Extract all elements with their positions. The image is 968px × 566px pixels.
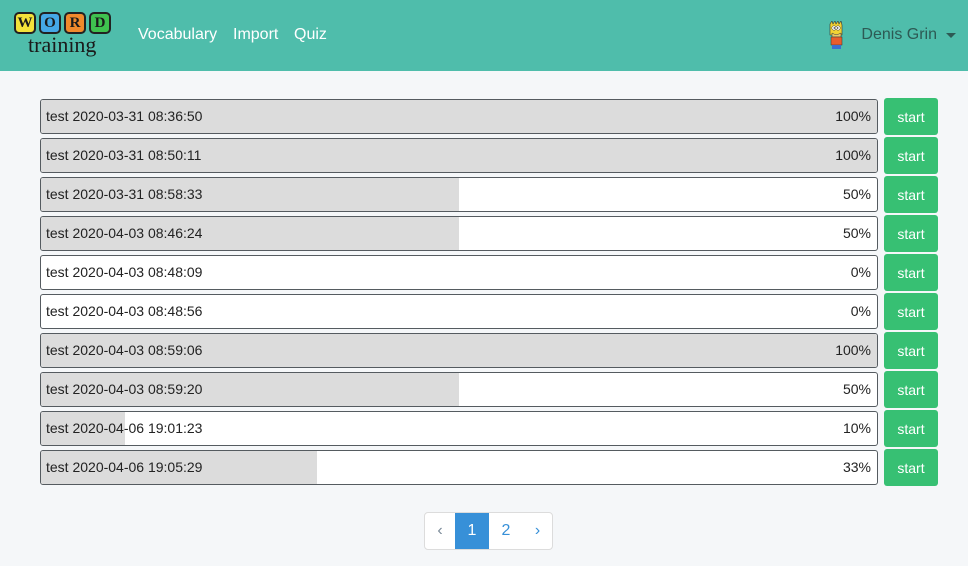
test-progress-percent: 100% <box>835 342 871 358</box>
test-progress-bar[interactable]: test 2020-03-31 08:58:33 50% <box>40 177 878 212</box>
user-menu[interactable]: Denis Grin <box>827 21 956 49</box>
start-button[interactable]: start <box>884 254 938 291</box>
test-progress-percent: 0% <box>850 264 871 280</box>
test-progress-percent: 33% <box>842 459 871 475</box>
test-row: test 2020-03-31 08:36:50 100% start <box>40 98 938 135</box>
test-row: test 2020-04-03 08:48:56 0% start <box>40 293 938 330</box>
test-progress-percent: 10% <box>842 420 871 436</box>
test-progress-bar[interactable]: test 2020-04-03 08:46:24 50% <box>40 216 878 251</box>
pagination-page-2[interactable]: 2 <box>489 513 523 549</box>
start-button[interactable]: start <box>884 137 938 174</box>
test-progress-percent: 50% <box>842 225 871 241</box>
test-progress-bar[interactable]: test 2020-04-03 08:59:20 50% <box>40 372 878 407</box>
test-row: test 2020-04-03 08:59:20 50% start <box>40 371 938 408</box>
start-button[interactable]: start <box>884 293 938 330</box>
test-name: test 2020-03-31 08:50:11 <box>46 147 202 163</box>
test-row: test 2020-04-03 08:59:06 100% start <box>40 332 938 369</box>
test-name: test 2020-04-03 08:48:56 <box>46 303 203 319</box>
start-button[interactable]: start <box>884 449 938 486</box>
test-row: test 2020-03-31 08:58:33 50% start <box>40 176 938 213</box>
logo-tile-d: D <box>89 12 111 34</box>
test-progress-bar[interactable]: test 2020-04-03 08:59:06 100% <box>40 333 878 368</box>
test-row: test 2020-04-03 08:48:09 0% start <box>40 254 938 291</box>
test-row: test 2020-04-03 08:46:24 50% start <box>40 215 938 252</box>
pagination: ‹ 1 2 › <box>424 512 553 550</box>
start-button[interactable]: start <box>884 371 938 408</box>
test-progress-bar[interactable]: test 2020-04-06 19:05:29 33% <box>40 450 878 485</box>
logo-tile-o: O <box>39 12 61 34</box>
start-button[interactable]: start <box>884 215 938 252</box>
logo-tile-r: R <box>64 12 86 34</box>
test-name: test 2020-04-03 08:59:20 <box>46 381 203 397</box>
start-button[interactable]: start <box>884 332 938 369</box>
test-name: test 2020-04-03 08:46:24 <box>46 225 203 241</box>
test-progress-bar[interactable]: test 2020-04-03 08:48:56 0% <box>40 294 878 329</box>
test-progress-bar[interactable]: test 2020-03-31 08:36:50 100% <box>40 99 878 134</box>
bart-simpson-avatar-icon <box>830 21 843 49</box>
test-progress-percent: 100% <box>835 108 871 124</box>
test-progress-percent: 0% <box>850 303 871 319</box>
test-progress-percent: 100% <box>835 147 871 163</box>
nav-vocabulary[interactable]: Vocabulary <box>138 24 217 46</box>
test-progress-bar[interactable]: test 2020-04-06 19:01:23 10% <box>40 411 878 446</box>
test-name: test 2020-04-03 08:59:06 <box>46 342 203 358</box>
pagination-page-1[interactable]: 1 <box>455 513 489 549</box>
test-progress-bar[interactable]: test 2020-03-31 08:50:11 100% <box>40 138 878 173</box>
user-name: Denis Grin <box>861 26 937 43</box>
logo-tile-w: W <box>14 12 36 34</box>
word-training-logo[interactable]: W O R D training <box>14 12 114 58</box>
nav-import[interactable]: Import <box>233 24 278 46</box>
pagination-prev[interactable]: ‹ <box>425 513 455 549</box>
logo-word: training <box>28 32 97 57</box>
test-row: test 2020-03-31 08:50:11 100% start <box>40 137 938 174</box>
test-progress-percent: 50% <box>842 381 871 397</box>
nav-quiz[interactable]: Quiz <box>294 24 327 46</box>
start-button[interactable]: start <box>884 410 938 447</box>
test-name: test 2020-03-31 08:58:33 <box>46 186 203 202</box>
test-progress-bar[interactable]: test 2020-04-03 08:48:09 0% <box>40 255 878 290</box>
test-name: test 2020-04-06 19:05:29 <box>46 459 203 475</box>
test-row: test 2020-04-06 19:05:29 33% start <box>40 449 938 486</box>
caret-down-icon <box>946 32 956 38</box>
top-navbar: W O R D training Vocabulary Import Quiz … <box>0 0 968 71</box>
test-name: test 2020-04-03 08:48:09 <box>46 264 203 280</box>
test-name: test 2020-04-06 19:01:23 <box>46 420 203 436</box>
start-button[interactable]: start <box>884 98 938 135</box>
pagination-next[interactable]: › <box>523 513 552 549</box>
test-name: test 2020-03-31 08:36:50 <box>46 108 203 124</box>
test-row: test 2020-04-06 19:01:23 10% start <box>40 410 938 447</box>
start-button[interactable]: start <box>884 176 938 213</box>
test-progress-percent: 50% <box>842 186 871 202</box>
